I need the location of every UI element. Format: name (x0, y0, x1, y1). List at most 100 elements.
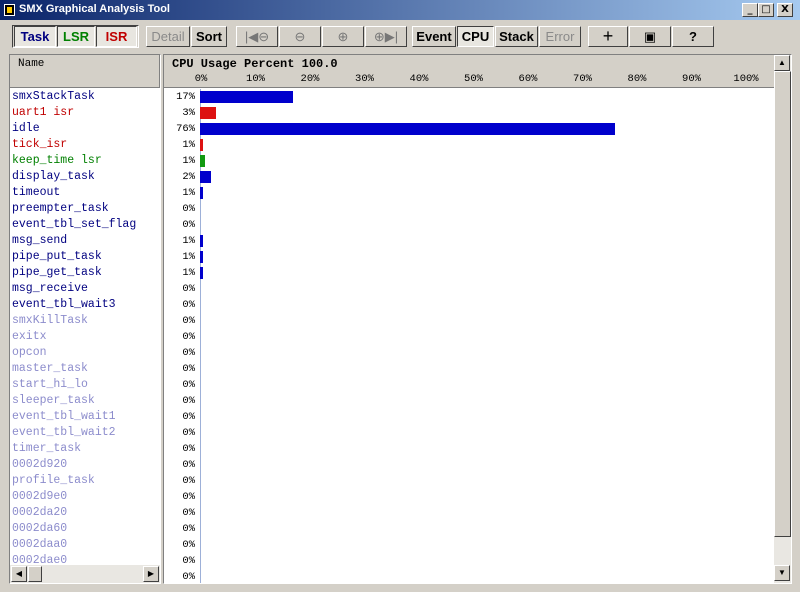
zoom-first-icon[interactable]: |◀⊖ (236, 26, 278, 47)
cpu-usage-bar[interactable] (200, 395, 201, 407)
task-name-row[interactable]: opcon (10, 345, 160, 361)
cpu-usage-bar[interactable] (200, 411, 201, 423)
percent-label: 1% (182, 267, 195, 279)
cpu-usage-bar[interactable] (200, 523, 201, 535)
cpu-usage-bar[interactable] (200, 155, 205, 167)
cpu-usage-bar[interactable] (200, 363, 201, 375)
cpu-usage-bar[interactable] (200, 267, 203, 279)
maximize-button[interactable]: □ (758, 3, 774, 17)
cpu-usage-bar[interactable] (200, 283, 201, 295)
bar-row (200, 249, 760, 265)
bar-row (200, 425, 760, 441)
percent-label: 1% (182, 235, 195, 247)
scroll-right-icon[interactable]: ▶ (143, 566, 159, 582)
percent-label: 0% (182, 491, 195, 503)
task-name-row[interactable]: event_tbl_set_flag (10, 217, 160, 233)
cpu-usage-bar[interactable] (200, 459, 201, 471)
scroll-left-icon[interactable]: ◀ (11, 566, 27, 582)
error-button[interactable]: Error (539, 26, 581, 47)
task-name-row[interactable]: preempter_task (10, 201, 160, 217)
cpu-usage-bar[interactable] (200, 315, 201, 327)
cpu-usage-bar[interactable] (200, 475, 201, 487)
task-name-row[interactable]: pipe_get_task (10, 265, 160, 281)
isr-button[interactable]: ISR (96, 26, 137, 47)
task-name-row[interactable]: timeout (10, 185, 160, 201)
cpu-usage-bar[interactable] (200, 187, 203, 199)
zoom-out-icon[interactable]: ⊖ (279, 26, 321, 47)
task-name-row[interactable]: timer_task (10, 441, 160, 457)
task-name-row[interactable]: sleeper_task (10, 393, 160, 409)
vertical-scroll-thumb[interactable] (774, 71, 791, 537)
task-name-row[interactable]: event_tbl_wait1 (10, 409, 160, 425)
percent-label: 1% (182, 251, 195, 263)
bar-row (200, 569, 760, 583)
task-name-row[interactable]: display_task (10, 169, 160, 185)
cpu-usage-bar[interactable] (200, 107, 216, 119)
cpu-button[interactable]: CPU (457, 26, 494, 47)
task-name-row[interactable]: uart1 isr (10, 105, 160, 121)
minimize-button[interactable]: _ (742, 3, 758, 17)
cpu-usage-bar[interactable] (200, 91, 293, 103)
cpu-usage-bar[interactable] (200, 123, 615, 135)
cpu-usage-bar[interactable] (200, 139, 203, 151)
cpu-usage-bar[interactable] (200, 427, 201, 439)
add-marker-icon[interactable]: + (588, 26, 628, 47)
cpu-usage-bar[interactable] (200, 331, 201, 343)
task-name-row[interactable]: 0002d9e0 (10, 489, 160, 505)
bar-row (200, 281, 760, 297)
cpu-usage-bar[interactable] (200, 379, 201, 391)
task-name-row[interactable]: profile_task (10, 473, 160, 489)
cpu-usage-bar[interactable] (200, 299, 201, 311)
stack-button[interactable]: Stack (495, 26, 538, 47)
cpu-usage-bar[interactable] (200, 219, 201, 231)
cpu-usage-bar[interactable] (200, 539, 201, 551)
cpu-usage-bar[interactable] (200, 555, 201, 567)
task-name-row[interactable]: 0002d920 (10, 457, 160, 473)
task-name-row[interactable]: smxKillTask (10, 313, 160, 329)
zoom-last-icon[interactable]: ⊕▶| (365, 26, 407, 47)
task-name-row[interactable]: keep_time lsr (10, 153, 160, 169)
task-button[interactable]: Task (14, 26, 56, 47)
cpu-usage-bar[interactable] (200, 443, 201, 455)
event-button[interactable]: Event (412, 26, 456, 47)
name-column-header[interactable]: Name (10, 55, 160, 88)
horizontal-scrollbar[interactable]: ◀ ▶ (10, 565, 160, 583)
task-name-row[interactable]: pipe_put_task (10, 249, 160, 265)
close-button[interactable]: X (777, 3, 793, 17)
sort-button[interactable]: Sort (191, 26, 227, 47)
cpu-usage-bar[interactable] (200, 491, 201, 503)
cpu-usage-bar[interactable] (200, 571, 201, 583)
bar-row (200, 137, 760, 153)
task-name-row[interactable]: msg_receive (10, 281, 160, 297)
cpu-usage-bar[interactable] (200, 235, 203, 247)
task-name-row[interactable]: tick_isr (10, 137, 160, 153)
task-name-row[interactable]: exitx (10, 329, 160, 345)
vertical-scrollbar[interactable]: ▲ ▼ (774, 55, 791, 583)
page-icon[interactable]: ▣ (629, 26, 671, 47)
task-name-row[interactable]: msg_send (10, 233, 160, 249)
task-name-row[interactable]: 0002da60 (10, 521, 160, 537)
cpu-usage-bar[interactable] (200, 171, 211, 183)
task-name-row[interactable]: start_hi_lo (10, 377, 160, 393)
bar-row (200, 121, 760, 137)
task-name-row[interactable]: event_tbl_wait2 (10, 425, 160, 441)
task-name-row[interactable]: 0002daa0 (10, 537, 160, 553)
horizontal-scroll-thumb[interactable] (28, 566, 42, 582)
task-name-row[interactable]: smxStackTask (10, 89, 160, 105)
scroll-down-icon[interactable]: ▼ (774, 565, 790, 581)
detail-button[interactable]: Detail (146, 26, 190, 47)
cpu-usage-bar[interactable] (200, 203, 201, 215)
task-name-row[interactable]: event_tbl_wait3 (10, 297, 160, 313)
bar-row (200, 521, 760, 537)
task-name-row[interactable]: idle (10, 121, 160, 137)
cpu-usage-bar[interactable] (200, 347, 201, 359)
task-name-row[interactable]: master_task (10, 361, 160, 377)
zoom-in-icon[interactable]: ⊕ (322, 26, 364, 47)
help-icon[interactable]: ? (672, 26, 714, 47)
cpu-usage-bar[interactable] (200, 507, 201, 519)
task-name-row[interactable]: 0002da20 (10, 505, 160, 521)
scroll-up-icon[interactable]: ▲ (774, 55, 790, 71)
cpu-usage-bar[interactable] (200, 251, 203, 263)
cpu-chart-panel: CPU Usage Percent 100.0 0% 10% 20% 30% 40% 50… (163, 54, 792, 584)
lsr-button[interactable]: LSR (57, 26, 95, 47)
